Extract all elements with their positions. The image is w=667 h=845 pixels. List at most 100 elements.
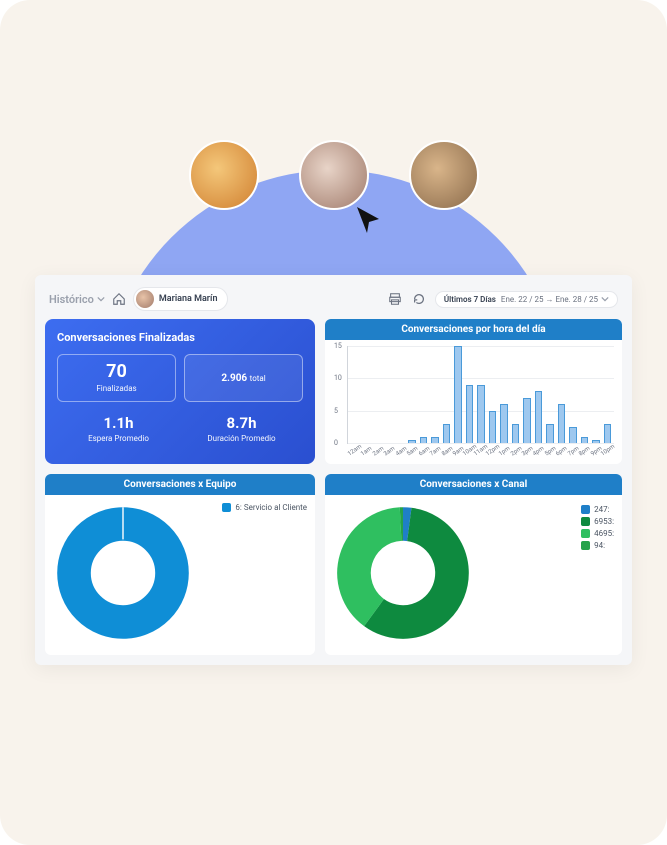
bar [454,346,462,443]
kpi-total-value: 2.906 [221,373,247,384]
avatar [299,140,369,210]
kpi-finalizadas: 70 Finalizadas [57,354,176,402]
home-icon [112,292,126,306]
bar-column: 6pm [557,346,566,443]
legend-label: 6: Servicio al Cliente [235,503,307,512]
bar-column: 7pm [568,346,577,443]
chart-plot-area: 05101512am1am2am3am4am5am6am7am8am9am10a… [347,346,614,444]
avatar [136,290,154,308]
panel-body: 05101512am1am2am3am4am5am6am7am8am9am10a… [325,340,622,464]
bar-column: 12am [350,346,359,443]
donut-chart [333,503,473,647]
bar [466,385,474,443]
topbar: Histórico Mariana Marín [45,285,622,319]
bar-column: 9pm [591,346,600,443]
user-chip[interactable]: Mariana Marín [133,287,229,311]
refresh-button[interactable] [411,291,427,307]
legend-item: 6953: [581,517,614,526]
print-button[interactable] [387,291,403,307]
chart-legend: 6: Servicio al Cliente [222,503,307,512]
legend-swatch [581,517,590,526]
dashboard-panel: Histórico Mariana Marín [35,275,632,665]
stat-label: Duración Promedio [180,434,303,443]
historico-dropdown[interactable]: Histórico [49,293,105,306]
bar-column: 5am [407,346,416,443]
legend-label: 247: [594,505,609,514]
bar [477,385,485,443]
stats-row: 1.1h Espera Promedio 8.7h Duración Prome… [57,414,303,443]
kpi-total: 2.906 total [184,354,303,402]
stat-duration: 8.7h Duración Promedio [180,414,303,443]
bar-column: 2pm [511,346,520,443]
kpi-row: 70 Finalizadas 2.906 total [57,354,303,402]
panel-body: 6: Servicio al Cliente [45,495,315,655]
legend-item: 94: [581,541,614,550]
legend-label: 94: [594,541,605,550]
team-card: Conversaciones x Equipo 6: Servicio al C… [45,474,315,655]
hourly-card: Conversaciones por hora del día 05101512… [325,319,622,464]
bar [431,437,439,443]
panel-body: 247: 6953: 4695: 94: [325,495,622,655]
bar-column: 8pm [580,346,589,443]
bar-column: 2am [373,346,382,443]
bar [420,437,428,443]
legend-item: 247: [581,505,614,514]
date-range-label: Últimos 7 Días [444,295,496,304]
kpi-label: Finalizadas [64,384,169,393]
print-icon [388,292,402,306]
chevron-down-icon [97,295,105,303]
kpi-card: Conversaciones Finalizadas 70 Finalizada… [45,319,315,464]
legend-item: 4695: [581,529,614,538]
chevron-down-icon [601,295,609,303]
stat-wait: 1.1h Espera Promedio [57,414,180,443]
user-name: Mariana Marín [159,294,218,304]
legend-item: 6: Servicio al Cliente [222,503,307,512]
refresh-icon [412,292,426,306]
bar-column: 3am [384,346,393,443]
bar [604,424,612,443]
donut-chart [53,503,193,647]
avatar-row [189,140,479,210]
topbar-left: Histórico Mariana Marín [49,287,228,311]
bar-column: 4pm [534,346,543,443]
bar-column: 11am [476,346,485,443]
bar-column: 1am [361,346,370,443]
y-tick: 10 [334,374,342,382]
legend-label: 6953: [594,517,614,526]
bar-column: 6am [419,346,428,443]
bar [558,404,566,443]
bar-column: 8am [442,346,451,443]
bar [489,411,497,443]
stat-label: Espera Promedio [57,434,180,443]
bar-column: 10pm [603,346,612,443]
avatar [409,140,479,210]
bar [523,398,531,443]
bar-column: 1pm [499,346,508,443]
panel-title: Conversaciones por hora del día [325,319,622,340]
historico-label: Histórico [49,293,94,306]
dashboard-grid: Conversaciones Finalizadas 70 Finalizada… [45,319,622,655]
panel-title: Conversaciones x Equipo [45,474,315,495]
channel-card: Conversaciones x Canal 247:6953:4695:94: [325,474,622,655]
stat-value: 1.1h [57,414,180,432]
kpi-total-label: total [250,374,266,383]
date-range-selector[interactable]: Últimos 7 Días Ene. 22 / 25 → Ene. 28 / … [435,291,618,308]
chart-legend: 247: 6953: 4695: 94: [581,505,614,647]
kpi-value: 70 [64,363,169,381]
bar-column: 12pm [488,346,497,443]
bar [535,391,543,443]
bar [512,424,520,443]
topbar-right: Últimos 7 Días Ene. 22 / 25 → Ene. 28 / … [387,291,618,308]
bar-chart: 05101512am1am2am3am4am5am6am7am8am9am10a… [333,346,614,456]
bar [408,440,416,443]
legend-swatch [222,503,231,512]
bar-column: 10am [465,346,474,443]
bar-column: 3pm [522,346,531,443]
avatar [189,140,259,210]
legend-label: 4695: [594,529,614,538]
y-tick: 15 [334,342,342,350]
bar-column: 9am [453,346,462,443]
kpi-title: Conversaciones Finalizadas [57,331,303,344]
y-tick: 0 [334,439,338,447]
home-button[interactable] [111,291,127,307]
